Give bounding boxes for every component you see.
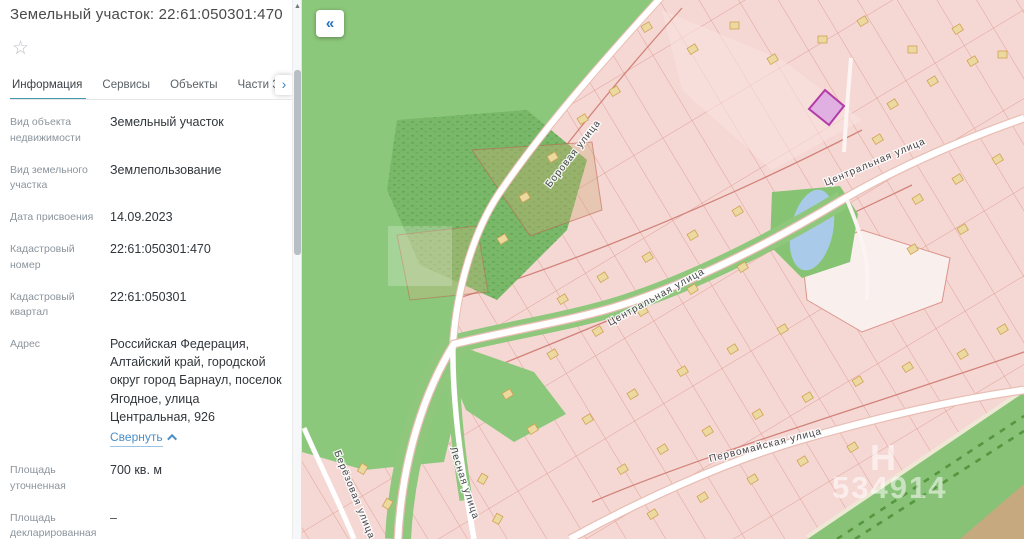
panel-title: Земельный участок: 22:61:050301:470 [10,4,283,23]
parcel-info-panel: Земельный участок: 22:61:050301:470 ☆ Ин… [0,0,302,539]
panel-tabs: Информация Сервисы Объекты Части ЗУ Сост… [10,69,301,100]
svg-text:534914: 534914 [832,470,947,505]
address-collapse-link[interactable]: Свернуть [110,429,283,447]
map-viewport[interactable]: « [302,0,1024,539]
cadastral-map-canvas[interactable]: Боровая улица Центральная улица Централь… [302,0,1024,539]
field-row-address: Адрес Российская Федерация, Алтайский кр… [10,328,283,454]
cadastral-map-app: Земельный участок: 22:61:050301:470 ☆ Ин… [0,0,1024,539]
panel-scrollbar[interactable]: ▲ [292,0,301,539]
field-row-cadastral-block: Кадастровый квартал 22:61:050301 [10,281,283,329]
field-rows: Вид объекта недвижимости Земельный участ… [10,100,283,539]
field-row-cadastral-number: Кадастровый номер 22:61:050301:470 [10,233,283,281]
tabs-scroll-right-icon[interactable]: › [275,75,293,95]
tab-information[interactable]: Информация [12,79,82,91]
scrollbar-thumb[interactable] [294,70,301,255]
tab-objects[interactable]: Объекты [170,79,217,91]
field-row-area-refined: Площадь уточненная 700 кв. м [10,454,283,502]
tab-services[interactable]: Сервисы [102,79,150,91]
field-row-parcel-type: Вид земельного участка Землепользование [10,154,283,202]
address-value: Российская Федерация, Алтайский край, го… [110,337,282,424]
field-row-assign-date: Дата присвоения 14.09.2023 [10,201,283,233]
field-row-object-type: Вид объекта недвижимости Земельный участ… [10,106,283,154]
scroll-up-icon[interactable]: ▲ [294,3,301,11]
favorite-star-icon[interactable]: ☆ [12,38,29,59]
chevron-up-icon [167,434,177,444]
collapse-panel-button[interactable]: « [316,10,344,37]
field-row-area-declared: Площадь декларированная – [10,502,283,539]
